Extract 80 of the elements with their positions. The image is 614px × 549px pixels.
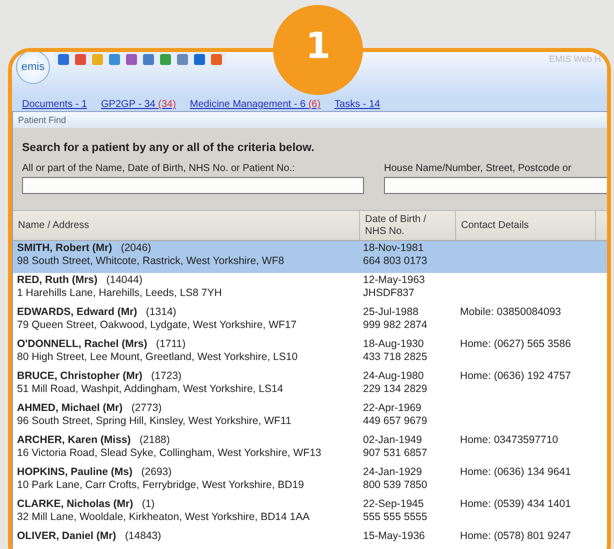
patient-row[interactable]: HOPKINS, Pauline (Ms) (2693) 10 Park Lane, Carr Crofts, Ferrybridge, West Yorkshire, BD19 24-Jan-1929 800 539 7850 Home: (0636) 134 9641 xyxy=(13,465,607,497)
date-of-birth: 18-Aug-1930 xyxy=(363,338,425,351)
patient-address: 1 Harehills Lane, Harehills, Leeds, LS8 7YH xyxy=(17,287,223,300)
toolbar-icon[interactable] xyxy=(143,54,154,64)
patient-name: OLIVER, Daniel (Mr) (14843) xyxy=(17,530,162,543)
patient-name: HOPKINS, Pauline (Ms) (2693) xyxy=(17,466,173,479)
date-of-birth: 02-Jan-1949 xyxy=(363,434,423,447)
patient-address: 96 South Street, Spring Hill, Kinsley, West Yorkshire, WF11 xyxy=(17,415,292,428)
patient-name: BRUCE, Christopher (Mr) (1723) xyxy=(17,370,183,383)
field-label: House Name/Number, Street, Postcode or xyxy=(384,163,572,174)
toolbar-icon[interactable] xyxy=(109,54,120,64)
toolbar-icon[interactable] xyxy=(58,54,69,64)
patient-name: RED, Ruth (Mrs) (14044) xyxy=(17,274,144,287)
patient-row[interactable]: SMITH, Robert (Mr) (2046) 98 South Street, Whitcote, Rastrick, West Yorkshire, WF8 18-Nov-1981 664 803 0173 xyxy=(13,241,607,273)
step-badge: 1 xyxy=(273,5,363,95)
patient-name: CLARKE, Nicholas (Mr) (1) xyxy=(17,498,156,511)
patient-address: 79 Queen Street, Oakwood, Lydgate, West Yorkshire, WF17 xyxy=(17,319,298,332)
toolbar-icon[interactable] xyxy=(194,54,205,64)
toolbar-icon[interactable] xyxy=(75,54,86,64)
patient-name: SMITH, Robert (Mr) (2046) xyxy=(17,242,152,255)
date-of-birth: 12-May-1963 xyxy=(363,274,426,287)
date-of-birth: 22-Sep-1945 xyxy=(363,498,425,511)
contact-details: Home: (0627) 565 3586 xyxy=(460,338,572,351)
nhs-number: 907 531 6857 xyxy=(363,447,428,460)
date-of-birth: 18-Nov-1981 xyxy=(363,242,425,255)
contact-details: Home: 03473597710 xyxy=(460,434,560,447)
nhs-number: 229 134 2829 xyxy=(363,383,428,396)
patient-row[interactable]: BRUCE, Christopher (Mr) (1723) 51 Mill Road, Washpit, Addingham, West Yorkshire, LS14 24-Aug-1980 229 134 2829 Home: (0636) 192 4757 xyxy=(13,369,607,401)
field-label: All or part of the Name, Date of Birth, NHS No. or Patient No.: xyxy=(22,163,296,174)
contact-details: Home: (0636) 134 9641 xyxy=(460,466,572,479)
nhs-number: JHSDF837 xyxy=(363,287,416,300)
patient-name: EDWARDS, Edward (Mr) (1314) xyxy=(17,306,178,319)
column-header[interactable]: Contact Details xyxy=(456,211,596,240)
patient-address: 51 Mill Road, Washpit, Addingham, West Yorkshire, LS14 xyxy=(17,383,284,396)
patient-address: 98 South Street, Whitcote, Rastrick, West Yorkshire, WF8 xyxy=(17,255,286,268)
patient-name: ARCHER, Karen (Miss) (2188) xyxy=(17,434,171,447)
nav-link[interactable]: Documents - 1 xyxy=(22,99,88,111)
nhs-number: 800 539 7850 xyxy=(363,479,428,492)
patient-row[interactable]: CLARKE, Nicholas (Mr) (1) 32 Mill Lane, Wooldale, Kirkheaton, West Yorkshire, BD14 1AA 22-Sep-1945 555 555 5555 Home: (0539) 434 1401 xyxy=(13,497,607,529)
patient-address: 16 Victoria Road, Slead Syke, Collingham, West Yorkshire, WF13 xyxy=(17,447,322,460)
contact-details: Home: (0636) 192 4757 xyxy=(460,370,572,383)
nhs-number: 433 718 2825 xyxy=(363,351,428,364)
input-field[interactable] xyxy=(384,177,607,194)
patient-address: 80 High Street, Lee Mount, Greetland, West Yorkshire, LS10 xyxy=(17,351,299,364)
nav-link[interactable]: Medicine Management - 6 (6) xyxy=(190,99,321,111)
app-title: EMIS Web H xyxy=(549,54,601,64)
contact-details: Home: (0578) 801 9247 xyxy=(460,530,572,543)
column-header[interactable]: Name / Address xyxy=(13,211,360,240)
toolbar-icon[interactable] xyxy=(126,54,137,64)
nhs-number: 555 555 5555 xyxy=(363,511,428,524)
patient-row[interactable]: O'DONNELL, Rachel (Mrs) (1711) 80 High Street, Lee Mount, Greetland, West Yorkshire, LS10 18-Aug-1930 433 718 2825 Home: (0627) 565 3586 xyxy=(13,337,607,369)
date-of-birth: 24-Aug-1980 xyxy=(363,370,425,383)
date-of-birth: 22-Apr-1969 xyxy=(363,402,422,415)
date-of-birth: 15-May-1936 xyxy=(363,530,426,543)
nhs-number: 664 803 0173 xyxy=(363,255,428,268)
nav-link[interactable]: Tasks - 14 xyxy=(334,99,380,111)
nhs-number: 999 982 2874 xyxy=(363,319,428,332)
patient-address: 32 Mill Lane, Wooldale, Kirkheaton, West Yorkshire, BD14 1AA xyxy=(17,511,311,524)
dialog-title: Patient Find xyxy=(18,115,66,125)
input-field[interactable] xyxy=(22,177,364,194)
patient-row[interactable]: EDWARDS, Edward (Mr) (1314) 79 Queen Street, Oakwood, Lydgate, West Yorkshire, WF17 25-Jul-1988 999 982 2874 Mobile: 03850084093 xyxy=(13,305,607,337)
toolbar-icon[interactable] xyxy=(211,54,222,64)
column-header[interactable]: Date of Birth / NHS No. xyxy=(360,211,456,240)
patient-address: 10 Park Lane, Carr Crofts, Ferrybridge, West Yorkshire, BD19 xyxy=(17,479,305,492)
patient-row[interactable]: RED, Ruth (Mrs) (14044) 1 Harehills Lane, Harehills, Leeds, LS8 7YH 12-May-1963 JHSDF837 xyxy=(13,273,607,305)
date-of-birth: 25-Jul-1988 xyxy=(363,306,420,319)
search-heading: Search for a patient by any or all of the criteria below. xyxy=(22,142,316,154)
patient-row[interactable]: ARCHER, Karen (Miss) (2188) 16 Victoria Road, Slead Syke, Collingham, West Yorkshire, WF13 02-Jan-1949 907 531 6857 Home: 03473597710 xyxy=(13,433,607,465)
patient-name: AHMED, Michael (Mr) (2773) xyxy=(17,402,163,415)
toolbar-icon[interactable] xyxy=(160,54,171,64)
patient-row[interactable]: AHMED, Michael (Mr) (2773) 96 South Street, Spring Hill, Kinsley, West Yorkshire, WF11 22-Apr-1969 449 657 9679 xyxy=(13,401,607,433)
nhs-number: 449 657 9679 xyxy=(363,415,428,428)
toolbar-icon[interactable] xyxy=(177,54,188,64)
nav-link[interactable]: GP2GP - 34 (34) xyxy=(101,99,176,111)
contact-details: Mobile: 03850084093 xyxy=(460,306,562,319)
patient-row[interactable]: OLIVER, Daniel (Mr) (14843) 15-May-1936 Home: (0578) 801 9247 xyxy=(13,529,607,549)
patient-name: O'DONNELL, Rachel (Mrs) (1711) xyxy=(17,338,187,351)
contact-details: Home: (0539) 434 1401 xyxy=(460,498,572,511)
date-of-birth: 24-Jan-1929 xyxy=(363,466,423,479)
app-logo[interactable]: emis xyxy=(16,52,50,84)
